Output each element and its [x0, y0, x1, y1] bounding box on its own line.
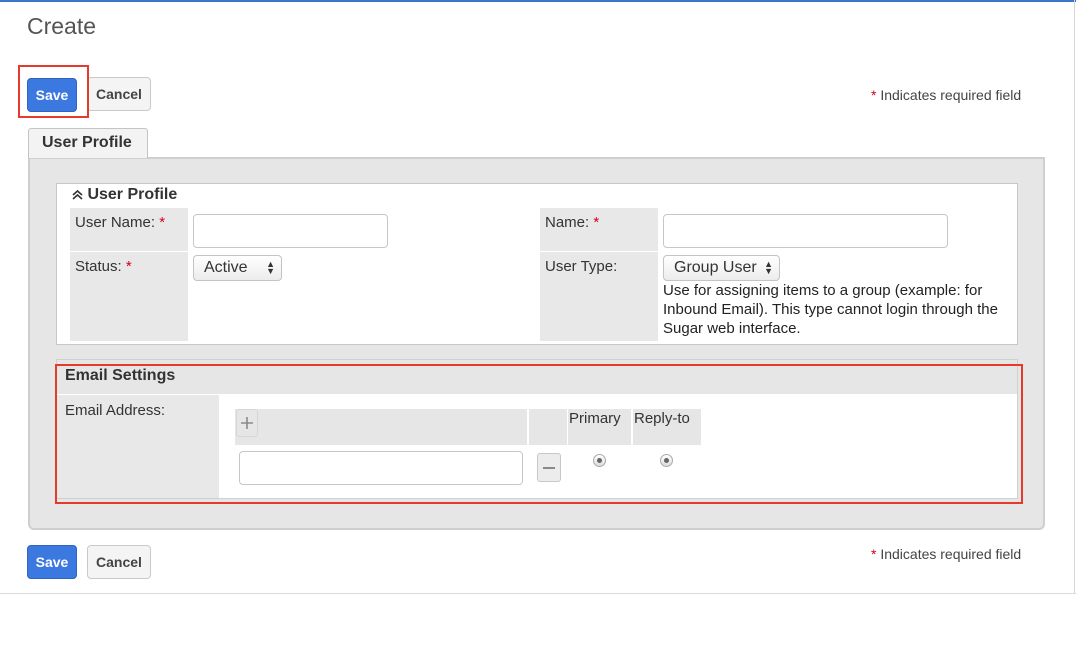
required-note-text: Indicates required field [880, 546, 1022, 562]
email-settings-title: Email Settings [65, 367, 176, 384]
tab-user-profile[interactable]: User Profile [28, 128, 148, 158]
name-input[interactable] [663, 214, 948, 248]
required-note-bottom: * Indicates required field [871, 546, 1021, 562]
status-label: Status: * [70, 252, 188, 341]
name-label: Name: * [540, 208, 658, 251]
user-type-select[interactable]: Group User ▲ ▼ [663, 255, 780, 281]
reply-to-column-label: Reply-to [634, 410, 690, 427]
select-arrows-icon: ▲ ▼ [764, 259, 773, 276]
email-remove-column-head [529, 409, 567, 445]
radio-dot [664, 458, 669, 463]
email-address-label: Email Address: [57, 395, 219, 498]
email-settings-header-bar [57, 360, 1017, 394]
user-name-required-star: * [159, 214, 166, 231]
primary-column-label: Primary [569, 410, 621, 427]
user-name-label: User Name: * [70, 208, 188, 251]
email-address-column-head [235, 409, 527, 445]
user-type-selected-value: Group User [674, 259, 757, 276]
chevron-double-up-icon[interactable] [72, 189, 83, 200]
email-address-input[interactable] [239, 451, 523, 485]
name-label-text: Name: [545, 214, 590, 231]
user-type-label: User Type: [540, 252, 658, 341]
add-email-button[interactable] [236, 409, 258, 437]
status-selected-value: Active [204, 259, 248, 276]
status-label-text: Status: [75, 258, 122, 275]
status-required-star: * [125, 258, 132, 275]
status-select[interactable]: Active ▲ ▼ [193, 255, 282, 281]
radio-dot [597, 458, 602, 463]
cancel-button-bottom[interactable]: Cancel [87, 545, 151, 579]
top-rule [0, 0, 1076, 2]
plus-icon [241, 417, 253, 429]
save-button-bottom[interactable]: Save [27, 545, 77, 579]
save-button[interactable]: Save [27, 78, 77, 112]
required-note: * Indicates required field [871, 87, 1021, 103]
required-star: * [871, 87, 877, 103]
user-type-label-text: User Type: [545, 258, 618, 275]
select-arrows-icon: ▲ ▼ [266, 259, 275, 276]
user-profile-section-title: User Profile [87, 186, 178, 203]
cancel-button[interactable]: Cancel [87, 77, 151, 111]
reply-to-email-radio[interactable] [660, 454, 673, 467]
remove-email-button[interactable] [537, 453, 561, 482]
primary-email-radio[interactable] [593, 454, 606, 467]
name-required-star: * [593, 214, 600, 231]
bottom-rule [0, 593, 1076, 594]
right-rule [1074, 0, 1075, 594]
user-type-help-text: Use for assigning items to a group (exam… [663, 282, 998, 337]
user-profile-section-header[interactable]: User Profile [72, 186, 177, 204]
minus-icon [543, 466, 555, 469]
required-note-text: Indicates required field [880, 87, 1022, 103]
required-star: * [871, 546, 877, 562]
page-title: Create [27, 13, 97, 39]
user-name-input[interactable] [193, 214, 388, 248]
user-name-label-text: User Name: [75, 214, 156, 231]
